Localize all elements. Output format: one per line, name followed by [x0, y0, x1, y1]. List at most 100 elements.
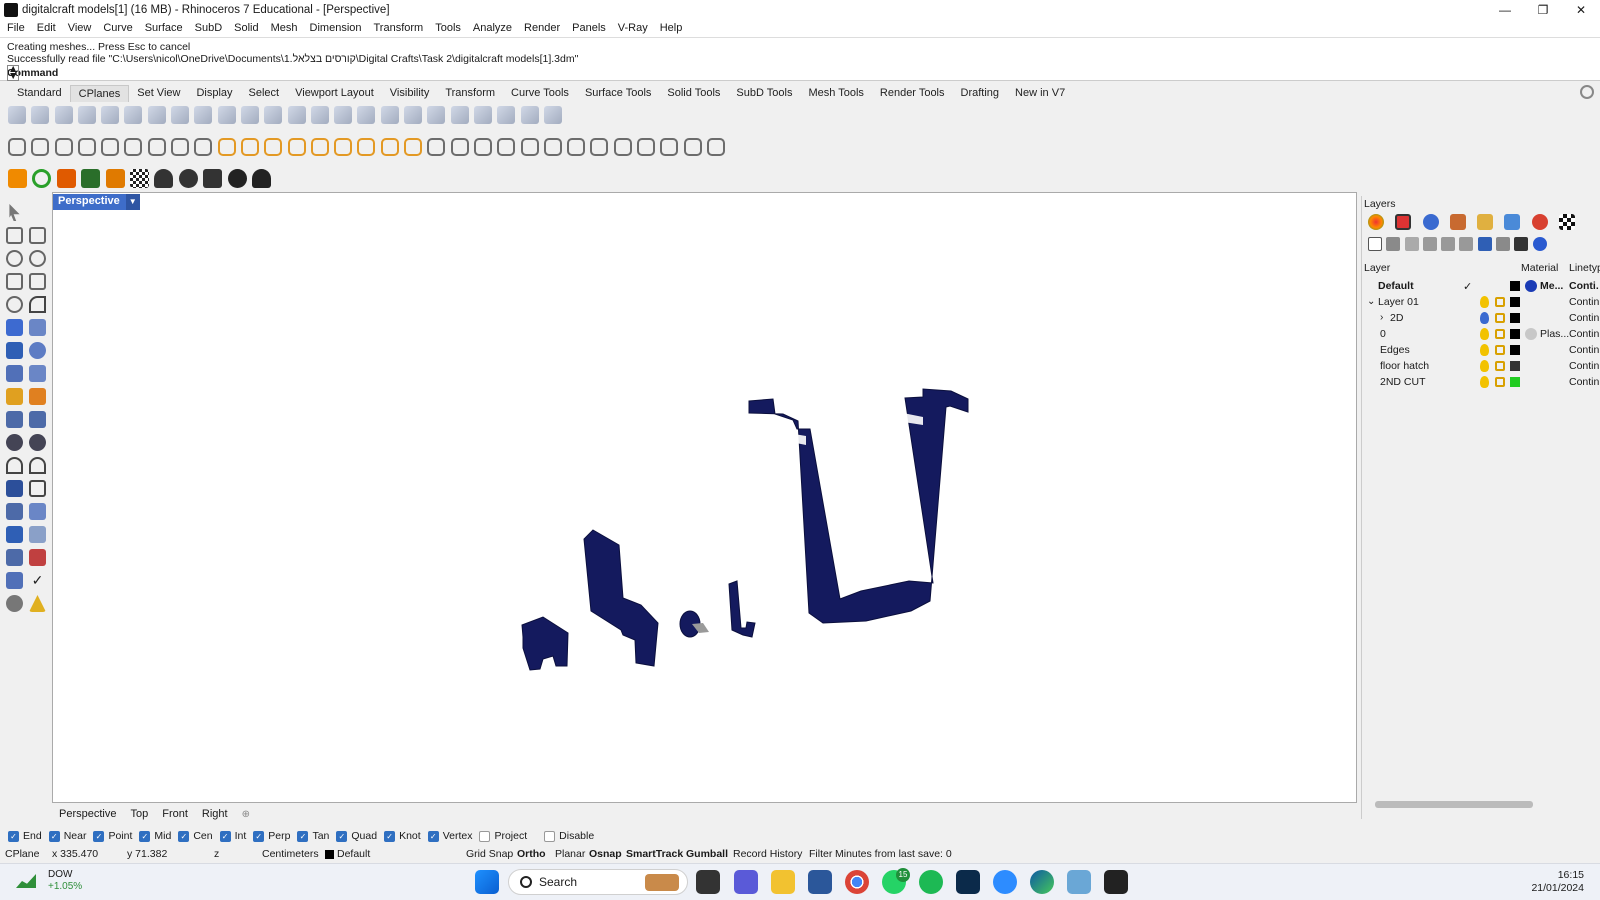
- status-layer[interactable]: Default: [337, 848, 370, 860]
- folder-tab-icon[interactable]: [1477, 214, 1494, 230]
- viewport-title[interactable]: Perspective ▼: [53, 194, 140, 210]
- layer-color-swatch[interactable]: [1510, 345, 1520, 355]
- extrude-icon[interactable]: [6, 365, 23, 382]
- render-tool-icon[interactable]: [54, 138, 73, 156]
- status-cplane[interactable]: CPlane: [5, 848, 39, 860]
- layer-tools-icon[interactable]: [1514, 237, 1529, 251]
- menu-help[interactable]: Help: [660, 22, 683, 34]
- layer-row[interactable]: 0 Plas... Contin: [1362, 326, 1600, 342]
- material-icon[interactable]: [29, 595, 46, 612]
- cplane-tool-icon[interactable]: [171, 106, 190, 124]
- menu-render[interactable]: Render: [524, 22, 560, 34]
- status-units[interactable]: Centimeters: [262, 848, 319, 860]
- tab-visibility[interactable]: Visibility: [382, 85, 438, 101]
- render-tool-icon[interactable]: [147, 138, 166, 156]
- dimension-icon[interactable]: [29, 480, 46, 497]
- tab-subd-tools[interactable]: SubD Tools: [728, 85, 800, 101]
- tab-surface-tools[interactable]: Surface Tools: [577, 85, 659, 101]
- render-tool-icon[interactable]: [706, 138, 725, 156]
- osnap-disable[interactable]: Disable: [544, 830, 594, 842]
- task-view-icon[interactable]: [696, 870, 720, 894]
- box-icon[interactable]: [6, 342, 23, 359]
- trim-icon[interactable]: [29, 411, 46, 428]
- cplane-tool-icon[interactable]: [520, 106, 539, 124]
- layer-material-swatch[interactable]: [1525, 280, 1537, 292]
- gumball-icon[interactable]: [29, 549, 46, 566]
- light-tool-icon[interactable]: [380, 138, 399, 156]
- materials-tab-icon[interactable]: [1422, 214, 1439, 230]
- status-ortho[interactable]: Ortho: [517, 848, 546, 860]
- frame-buffer-icon[interactable]: [56, 168, 76, 188]
- join-icon[interactable]: [6, 434, 23, 451]
- add-viewport-tab-icon[interactable]: ⊕: [235, 809, 257, 820]
- cplane-tool-icon[interactable]: [31, 106, 50, 124]
- layer-row[interactable]: Edges Contin: [1362, 342, 1600, 358]
- layer-visible-bulb-icon[interactable]: [1480, 296, 1489, 308]
- named-views-tab-icon[interactable]: [1504, 214, 1521, 230]
- arc-icon[interactable]: [6, 296, 23, 313]
- edge-icon[interactable]: [1030, 870, 1054, 894]
- layer-filter-icon[interactable]: [1477, 237, 1492, 251]
- osnap-quad[interactable]: ✓ Quad: [336, 830, 377, 842]
- osnap-checkbox[interactable]: ✓: [8, 830, 19, 842]
- light-tool-icon[interactable]: [404, 138, 423, 156]
- cplane-tool-icon[interactable]: [54, 106, 73, 124]
- status-record-history[interactable]: Record History: [733, 848, 802, 860]
- status-smarttrack[interactable]: SmartTrack: [626, 848, 683, 860]
- layers-tab-icon[interactable]: [1395, 214, 1412, 230]
- osnap-perp[interactable]: ✓ Perp: [253, 830, 290, 842]
- osnap-checkbox[interactable]: ✓: [384, 830, 396, 842]
- menu-solid[interactable]: Solid: [234, 22, 258, 34]
- osnap-near[interactable]: ✓ Near: [48, 830, 86, 842]
- user-icon[interactable]: [251, 168, 271, 188]
- analyze-icon[interactable]: [6, 572, 23, 589]
- layer-row[interactable]: ⌄ Layer 01 Contin: [1362, 294, 1600, 310]
- ellipse-icon[interactable]: [29, 250, 46, 267]
- folder-icon[interactable]: [334, 106, 353, 124]
- polyline-icon[interactable]: [6, 227, 23, 244]
- menu-panels[interactable]: Panels: [572, 22, 606, 34]
- minimize-button[interactable]: —: [1486, 0, 1524, 19]
- checker-icon[interactable]: [129, 168, 149, 188]
- rotate-icon[interactable]: [29, 503, 46, 520]
- grid-array-icon[interactable]: [6, 549, 23, 566]
- menu-surface[interactable]: Surface: [145, 22, 183, 34]
- cplane-tool-icon[interactable]: [310, 106, 329, 124]
- tab-standard[interactable]: Standard: [9, 85, 70, 101]
- viewport-menu-dropdown-icon[interactable]: ▼: [125, 194, 140, 210]
- render-tool-icon[interactable]: [31, 138, 50, 156]
- layer-row[interactable]: › 2D Contin: [1362, 310, 1600, 326]
- cplane-tool-icon[interactable]: [124, 106, 143, 124]
- light-tool-icon[interactable]: [310, 138, 329, 156]
- render-tool-icon[interactable]: [613, 138, 632, 156]
- settings-gear-icon[interactable]: [178, 168, 198, 188]
- cplane-tool-icon[interactable]: [543, 106, 562, 124]
- layer-unlocked-icon[interactable]: [1495, 297, 1505, 307]
- move-icon[interactable]: [6, 503, 23, 520]
- render-tool-icon[interactable]: [497, 138, 516, 156]
- status-planar[interactable]: Planar: [555, 848, 585, 860]
- osnap-knot[interactable]: ✓ Knot: [384, 830, 421, 842]
- system-clock[interactable]: 16:15 21/01/2024: [1531, 869, 1584, 895]
- polygon-icon[interactable]: [6, 273, 23, 290]
- chrome-icon[interactable]: [845, 870, 869, 894]
- render-tool-icon[interactable]: [637, 138, 656, 156]
- layer-unlocked-icon[interactable]: [1495, 329, 1505, 339]
- teams-chat-icon[interactable]: [734, 870, 758, 894]
- command-spin-icon[interactable]: ▲ ▼: [7, 64, 19, 81]
- tab-set-view[interactable]: Set View: [129, 85, 188, 101]
- layer-visible-bulb-icon[interactable]: [1480, 376, 1489, 388]
- osnap-checkbox[interactable]: ✓: [178, 830, 190, 842]
- cplane-tool-icon[interactable]: [217, 106, 236, 124]
- perspective-viewport[interactable]: [52, 192, 1357, 803]
- layer-expand-icon[interactable]: ›: [1380, 312, 1383, 323]
- boolean-icon[interactable]: [29, 342, 46, 359]
- menu-tools[interactable]: Tools: [435, 22, 461, 34]
- osnap-checkbox[interactable]: ✓: [219, 830, 231, 842]
- layer-expand-icon[interactable]: ⌄: [1367, 296, 1375, 307]
- refresh-icon[interactable]: [32, 168, 52, 188]
- render-tab-icon[interactable]: [1449, 214, 1466, 230]
- osnap-checkbox[interactable]: ✓: [427, 830, 439, 842]
- layer-current-check-icon[interactable]: ✓: [1463, 280, 1472, 293]
- osnap-cen[interactable]: ✓ Cen: [178, 830, 213, 842]
